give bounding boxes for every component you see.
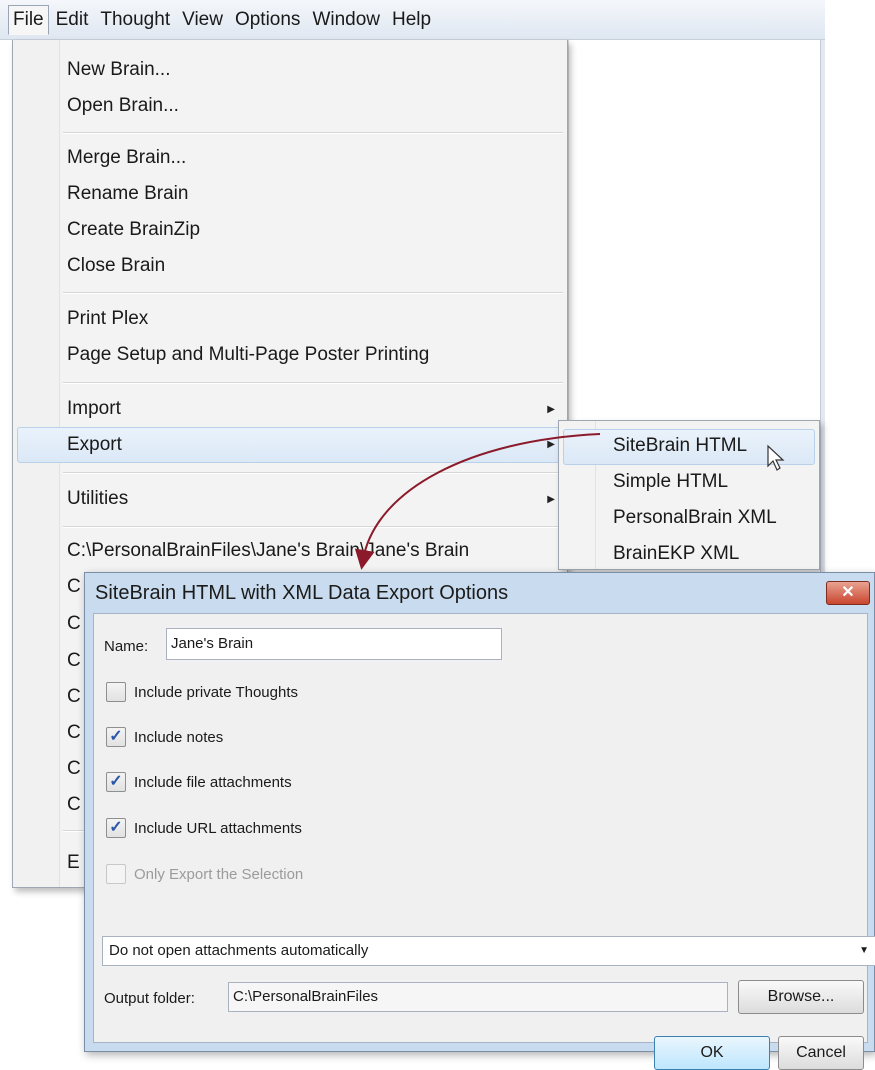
submenu-arrow-icon: ▶ <box>547 439 555 450</box>
checkmark-icon: ✓ <box>109 773 123 790</box>
menu-thought[interactable]: Thought <box>95 5 175 35</box>
menu-item-create-brainzip[interactable]: Create BrainZip <box>67 218 200 242</box>
content-pane <box>568 40 821 420</box>
dialog-title: SiteBrain HTML with XML Data Export Opti… <box>95 582 509 604</box>
include-private-thoughts-checkbox[interactable] <box>106 682 126 702</box>
close-icon: ✕ <box>841 584 855 601</box>
menu-edit[interactable]: Edit <box>51 5 94 35</box>
submenu-arrow-icon: ▶ <box>547 404 555 415</box>
include-url-attachments-checkbox[interactable]: ✓ <box>106 818 126 838</box>
close-button[interactable]: ✕ <box>826 581 870 605</box>
menu-item-import[interactable]: Import <box>67 397 121 421</box>
include-private-thoughts-label: Include private Thoughts <box>134 684 298 701</box>
menu-view[interactable]: View <box>177 5 228 35</box>
menu-item-close-brain[interactable]: Close Brain <box>67 254 165 278</box>
menu-item-recent-file[interactable]: C <box>67 793 81 817</box>
include-file-attachments-checkbox[interactable]: ✓ <box>106 772 126 792</box>
menu-options[interactable]: Options <box>230 5 305 35</box>
menubar: File Edit Thought View Options Window He… <box>0 0 825 40</box>
window-border <box>820 40 825 600</box>
menu-item-exit[interactable]: E <box>67 851 80 875</box>
menu-item-recent-file[interactable]: C <box>67 649 81 673</box>
menu-help[interactable]: Help <box>387 5 436 35</box>
menu-item-page-setup[interactable]: Page Setup and Multi-Page Poster Printin… <box>67 343 429 367</box>
submenu-item-simple-html[interactable]: Simple HTML <box>613 471 728 493</box>
output-folder-value: C:\PersonalBrainFiles <box>233 988 379 1005</box>
include-file-attachments-label: Include file attachments <box>134 774 292 791</box>
menu-separator <box>63 526 563 528</box>
menu-item-recent-file[interactable]: C:\PersonalBrainFiles\Jane's Brain\Jane'… <box>67 539 469 563</box>
cancel-button[interactable]: Cancel <box>778 1036 864 1070</box>
menu-separator <box>63 132 563 134</box>
menu-item-recent-file[interactable]: C <box>67 612 81 636</box>
menu-item-recent-file[interactable]: C <box>67 685 81 709</box>
submenu-item-brainekp-xml[interactable]: BrainEKP XML <box>613 543 739 565</box>
only-export-selection-checkbox[interactable] <box>106 864 126 884</box>
output-folder-field[interactable]: C:\PersonalBrainFiles <box>228 982 728 1012</box>
menu-item-print-plex[interactable]: Print Plex <box>67 307 148 331</box>
submenu-arrow-icon: ▶ <box>547 494 555 505</box>
name-field-value: Jane's Brain <box>171 635 254 652</box>
include-url-attachments-label: Include URL attachments <box>134 820 302 837</box>
menu-file[interactable]: File <box>8 4 49 35</box>
menu-item-recent-file[interactable]: C <box>67 757 81 781</box>
export-submenu: SiteBrain HTML Simple HTML PersonalBrain… <box>558 420 820 570</box>
dialog-body: Name: Jane's Brain Include private Thoug… <box>93 613 875 1070</box>
include-notes-label: Include notes <box>134 729 224 746</box>
chevron-down-icon: ▼ <box>859 945 869 956</box>
menu-item-new-brain[interactable]: New Brain... <box>67 58 170 82</box>
dropdown-value: Do not open attachments automatically <box>109 942 369 959</box>
only-export-selection-label: Only Export the Selection <box>134 866 304 883</box>
menu-item-merge-brain[interactable]: Merge Brain... <box>67 146 186 170</box>
submenu-item-personalbrain-xml[interactable]: PersonalBrain XML <box>613 507 777 529</box>
include-notes-checkbox[interactable]: ✓ <box>106 727 126 747</box>
browse-button[interactable]: Browse... <box>738 980 864 1014</box>
output-folder-label: Output folder: <box>104 990 195 1007</box>
name-field[interactable]: Jane's Brain <box>166 628 502 660</box>
dialog-titlebar[interactable]: SiteBrain HTML with XML Data Export Opti… <box>85 573 874 613</box>
open-attachments-dropdown[interactable]: Do not open attachments automatically ▼ <box>102 936 875 966</box>
menu-item-recent-file[interactable]: C <box>67 721 81 745</box>
ok-button[interactable]: OK <box>654 1036 770 1070</box>
menu-separator <box>63 382 563 384</box>
menu-item-export[interactable]: Export <box>67 433 122 457</box>
checkmark-icon: ✓ <box>109 728 123 745</box>
menu-separator <box>63 472 563 474</box>
menu-item-recent-file[interactable]: C <box>67 575 81 599</box>
menu-item-rename-brain[interactable]: Rename Brain <box>67 182 188 206</box>
menu-item-open-brain[interactable]: Open Brain... <box>67 94 179 118</box>
name-label: Name: <box>104 638 149 655</box>
export-options-dialog: SiteBrain HTML with XML Data Export Opti… <box>84 572 875 1070</box>
checkmark-icon: ✓ <box>109 819 123 836</box>
menu-window[interactable]: Window <box>307 5 385 35</box>
menu-separator <box>63 292 563 294</box>
submenu-item-sitebrain-html[interactable]: SiteBrain HTML <box>613 435 747 457</box>
menu-icon-gutter <box>13 40 60 887</box>
menu-item-utilities[interactable]: Utilities <box>67 487 128 511</box>
